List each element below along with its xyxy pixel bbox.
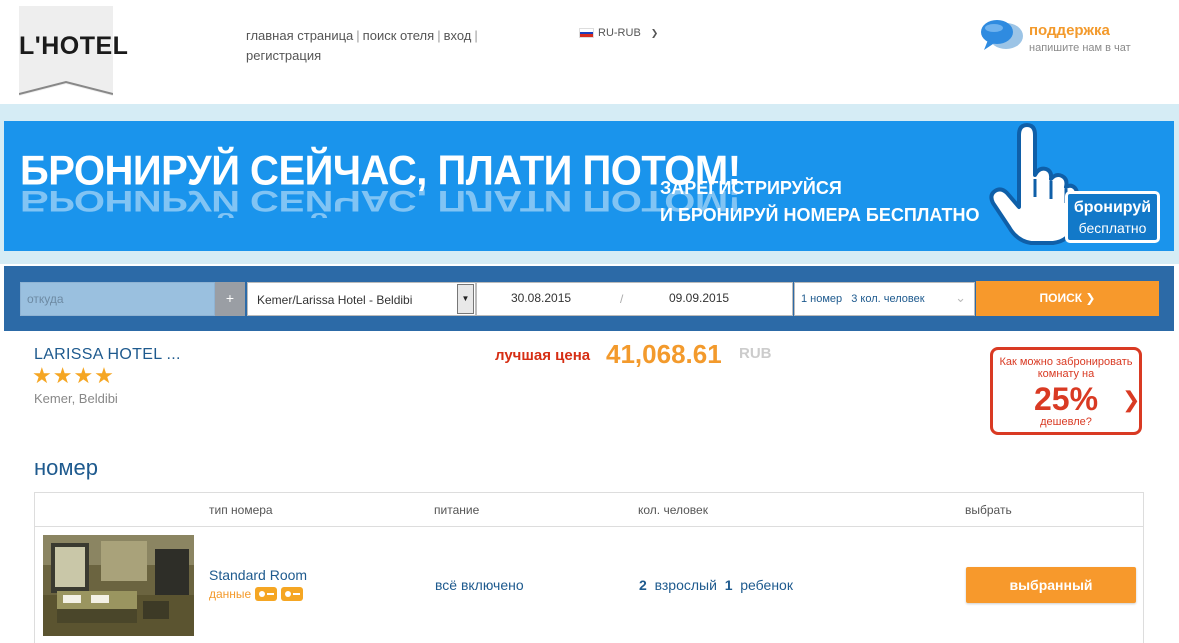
room-photo[interactable] <box>43 535 194 636</box>
top-navigation: главная страница | поиск отеля | вход | регис… <box>246 26 506 66</box>
column-header-room-type: тип номера <box>209 503 273 517</box>
support-title: поддержка <box>1029 22 1110 39</box>
currency-selector-label: RU-RUB <box>598 27 641 39</box>
room-details-label: данные <box>209 587 252 601</box>
adults-count: 2 <box>639 577 647 593</box>
guests-count: 3 кол. человек <box>851 293 925 305</box>
price-tag-icon <box>255 587 278 601</box>
room-guests: 2 взрослый 1 ребенок <box>639 577 793 593</box>
origin-input[interactable]: откуда <box>20 282 215 316</box>
children-count: 1 <box>724 577 733 593</box>
star-rating: ★★★★ <box>32 363 115 388</box>
price-tag-icon <box>281 587 304 601</box>
checkout-date[interactable]: 09.09.2015 <box>669 291 729 305</box>
column-header-meal: питание <box>434 503 480 517</box>
date-range-field[interactable]: 30.08.2015 / 09.09.2015 <box>476 282 793 316</box>
logo-text: L'HOTEL <box>19 32 129 60</box>
search-bar: откуда + Kemer/Larissa Hotel - Beldibi ▼… <box>4 266 1174 331</box>
nav-separator: | <box>356 28 360 43</box>
hotel-location: Kemer, Beldibi <box>34 391 118 406</box>
nav-separator: | <box>437 28 441 43</box>
column-header-guests: кол. человек <box>638 503 708 517</box>
promo-percent: 25% <box>1033 381 1099 417</box>
guests-select[interactable]: 1 номер 3 кол. человек ⌄ <box>794 282 975 316</box>
promo-question: Как можно забронировать комнату на <box>999 356 1133 380</box>
nav-login[interactable]: вход <box>444 28 472 43</box>
nav-register[interactable]: регистрация <box>246 48 321 63</box>
dropdown-arrow-icon[interactable]: ▼ <box>457 284 474 314</box>
logo-chevron-icon <box>19 80 113 96</box>
children-label: ребенок <box>740 577 793 593</box>
russia-flag-icon <box>579 28 594 38</box>
search-button[interactable]: ПОИСК ❯ <box>976 281 1159 316</box>
currency-selector[interactable]: RU-RUB ❯ <box>579 27 658 39</box>
nav-hotel-search[interactable]: поиск отеля <box>363 28 435 43</box>
support-chat-link[interactable]: поддержка напишите нам в чат <box>980 18 1170 58</box>
book-free-line1: бронируй <box>1073 199 1152 216</box>
room-name[interactable]: Standard Room <box>209 567 307 583</box>
hotel-select[interactable]: Kemer/Larissa Hotel - Beldibi <box>247 282 476 316</box>
support-subtitle: напишите нам в чат <box>1029 42 1131 54</box>
best-price-value: 41,068.61 <box>606 339 722 369</box>
discount-promo-box[interactable]: Как можно забронировать комнату на 25% д… <box>990 347 1142 435</box>
room-meal: всё включено <box>435 577 524 593</box>
banner-subtitle: ЗАРЕГИСТРИРУЙСЯ И БРОНИРУЙ НОМЕРА БЕСПЛА… <box>660 175 980 229</box>
best-price-currency: RUB <box>739 345 772 362</box>
checkin-date[interactable]: 30.08.2015 <box>511 291 571 305</box>
header-divider <box>35 526 1143 527</box>
select-room-button[interactable]: выбранный <box>966 567 1136 603</box>
chevron-down-icon: ⌄ <box>955 290 966 305</box>
book-free-line2: бесплатно <box>1078 220 1147 236</box>
header: L'HOTEL главная страница | поиск отеля | вхо… <box>0 0 1179 104</box>
add-origin-button[interactable]: + <box>215 282 245 316</box>
banner-headline-reflection: БРОНИРУЙ СЕЙЧАС, ПЛАТИ ПОТОМ! <box>20 184 741 218</box>
adults-label: взрослый <box>654 577 717 593</box>
chevron-down-icon: ❯ <box>650 27 659 38</box>
nav-home[interactable]: главная страница <box>246 28 353 43</box>
chat-bubbles-icon <box>981 20 1023 50</box>
hotel-name[interactable]: LARISSA HOTEL ... <box>34 346 181 364</box>
promo-cheaper: дешевле? <box>1040 416 1092 428</box>
rooms-section-title: номер <box>34 455 98 480</box>
nav-separator: | <box>474 28 478 43</box>
best-price-label: лучшая цена <box>495 347 591 364</box>
date-separator: / <box>620 292 624 306</box>
chevron-right-icon: ❯ <box>1122 387 1141 412</box>
search-button-label: ПОИСК <box>1039 291 1083 305</box>
logo[interactable]: L'HOTEL <box>19 6 129 96</box>
room-details-link[interactable]: данные <box>209 587 304 601</box>
chevron-right-icon: ❯ <box>1082 291 1096 305</box>
promo-banner[interactable]: БРОНИРУЙ СЕЙЧАС, ПЛАТИ ПОТОМ! БРОНИРУЙ С… <box>4 121 1174 251</box>
column-header-select: выбрать <box>965 503 1012 517</box>
rooms-count: 1 номер <box>801 293 843 305</box>
banner-subtitle-line2: И БРОНИРУЙ НОМЕРА БЕСПЛАТНО <box>660 205 980 225</box>
book-free-button[interactable]: бронируй бесплатно <box>1065 191 1160 243</box>
rooms-table: тип номера питание кол. человек выбрать … <box>34 492 1144 643</box>
room-photo-image <box>43 535 194 636</box>
banner-subtitle-line1: ЗАРЕГИСТРИРУЙСЯ <box>660 178 842 198</box>
